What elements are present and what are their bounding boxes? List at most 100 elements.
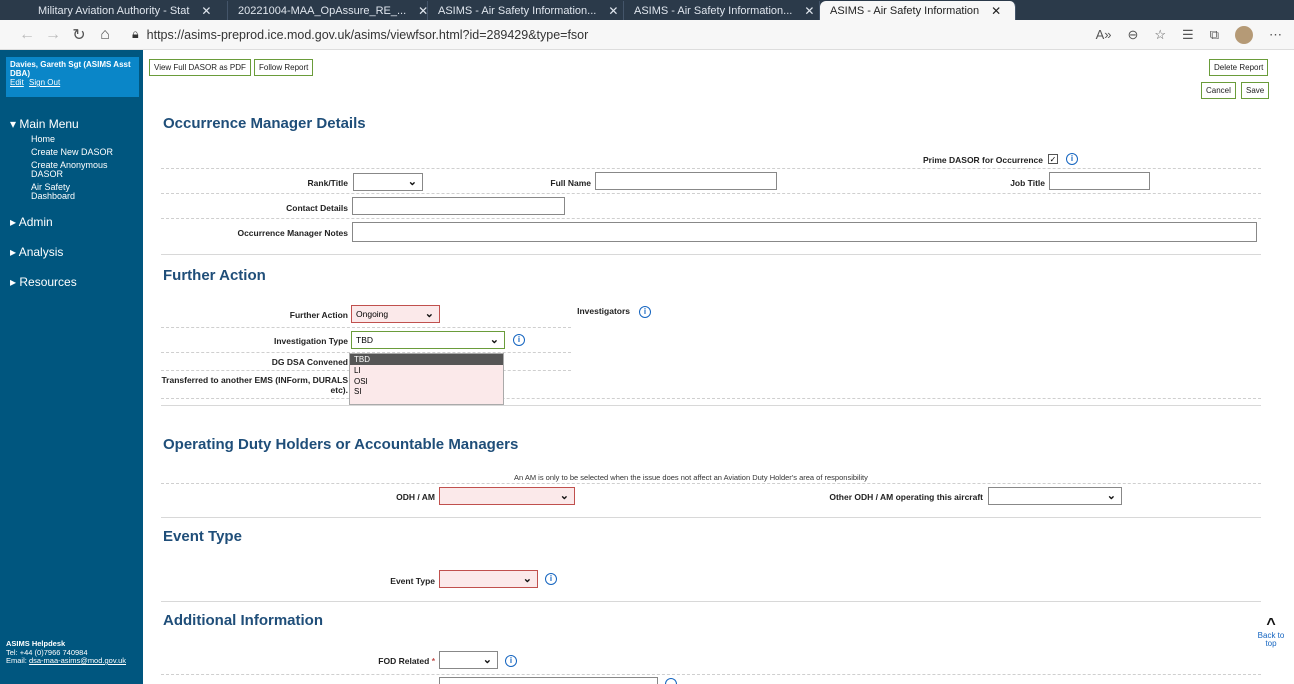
menu-item-dashboard[interactable]: Air Safety Dashboard — [0, 183, 90, 201]
favorite-icon[interactable]: ☆ — [1154, 27, 1166, 43]
read-aloud-icon[interactable]: A» — [1096, 27, 1112, 42]
menu-item-create-dasor[interactable]: Create New DASOR — [0, 148, 143, 157]
user-box: Davies, Gareth Sgt (ASIMS Asst DBA) Edit… — [6, 57, 139, 97]
odh-note: An AM is only to be selected when the is… — [514, 473, 868, 482]
fod-related-label: FOD Related * — [378, 656, 435, 666]
menu-section-analysis[interactable]: ▸ Analysis — [0, 245, 143, 259]
menu-item-create-anonymous[interactable]: Create Anonymous DASOR — [0, 161, 110, 179]
helpdesk-email-link[interactable]: dsa-maa-asims@mod.gov.uk — [29, 656, 126, 665]
section-heading-occurrence-manager: Occurrence Manager Details — [163, 115, 366, 132]
favorites-list-icon[interactable]: ☰ — [1182, 27, 1194, 43]
close-icon[interactable]: ✕ — [991, 4, 1001, 18]
info-icon[interactable]: i — [639, 306, 651, 318]
chevron-down-icon: ⌄ — [489, 334, 499, 346]
browser-tab-bar: Military Aviation Authority - Stat ✕ 2022… — [0, 0, 1294, 20]
section-heading-additional: Additional Information — [163, 612, 323, 629]
section-heading-event-type: Event Type — [163, 528, 242, 545]
cancel-button[interactable]: Cancel — [1201, 82, 1236, 99]
dropdown-option[interactable]: SI — [350, 387, 503, 397]
browser-tab-active[interactable]: ASIMS - Air Safety Information ✕ — [820, 1, 1016, 20]
job-title-input[interactable] — [1049, 172, 1150, 190]
prime-dasor-label: Prime DASOR for Occurrence — [923, 155, 1043, 165]
main-content: View Full DASOR as PDF Follow Report Del… — [143, 50, 1294, 684]
contact-details-input[interactable] — [352, 197, 565, 215]
dropdown-option[interactable]: LI — [350, 365, 503, 376]
investigation-type-select[interactable]: TBD ⌄ — [351, 331, 505, 349]
further-action-select[interactable]: Ongoing ⌄ — [351, 305, 440, 323]
chevron-down-icon: ⌄ — [1106, 490, 1116, 502]
forward-icon[interactable]: → — [40, 26, 66, 44]
menu-section-resources[interactable]: ▸ Resources — [0, 275, 143, 289]
refresh-icon[interactable]: ↻ — [66, 25, 92, 45]
chevron-down-icon: ⌄ — [424, 308, 434, 320]
browser-tab[interactable]: ASIMS - Air Safety Information... ✕ — [428, 1, 624, 20]
other-odh-select[interactable]: ⌄ — [988, 487, 1122, 505]
zoom-icon[interactable]: ⊖ — [1127, 27, 1138, 43]
job-title-label: Job Title — [1010, 178, 1045, 188]
dg-dsa-label: DG DSA Convened — [271, 357, 348, 367]
info-icon[interactable] — [665, 678, 677, 684]
notes-label: Occurrence Manager Notes — [237, 228, 348, 238]
browser-tab[interactable]: 20221004-MAA_OpAssure_RE_... ✕ — [228, 1, 428, 20]
url-field[interactable]: 🔒︎ https://asims-preprod.ice.mod.gov.uk/… — [132, 27, 1096, 42]
close-icon[interactable]: ✕ — [201, 4, 211, 18]
full-name-input[interactable] — [595, 172, 777, 190]
delete-report-button[interactable]: Delete Report — [1209, 59, 1269, 76]
avatar[interactable] — [1235, 25, 1253, 44]
chevron-down-icon: ⌄ — [482, 654, 492, 666]
odh-am-select[interactable]: ⌄ — [439, 487, 575, 505]
investigators-label: Investigators — [577, 306, 630, 316]
lock-icon: 🔒︎ — [132, 27, 139, 41]
edit-link[interactable]: Edit — [10, 78, 24, 87]
browser-tab[interactable]: ASIMS - Air Safety Information... ✕ — [624, 1, 820, 20]
prime-dasor-checkbox[interactable]: ✓ — [1048, 154, 1058, 164]
contact-details-label: Contact Details — [286, 203, 348, 213]
transferred-label: Transferred to another EMS (INForm, DURA… — [161, 375, 348, 395]
investigation-type-dropdown: TBD LI OSI SI — [349, 353, 504, 405]
info-icon[interactable]: i — [505, 655, 517, 667]
investigation-type-label: Investigation Type — [274, 336, 348, 346]
browser-tab[interactable]: Military Aviation Authority - Stat ✕ — [28, 1, 228, 20]
follow-report-button[interactable]: Follow Report — [254, 59, 314, 76]
back-to-top-link[interactable]: ^ Back to top — [1254, 616, 1288, 648]
close-icon[interactable]: ✕ — [608, 4, 618, 18]
menu-section-main[interactable]: ▾ Main Menu — [0, 117, 143, 131]
notes-input[interactable] — [352, 222, 1257, 242]
sidebar: Davies, Gareth Sgt (ASIMS Asst DBA) Edit… — [0, 50, 143, 684]
chevron-down-icon: ⌄ — [522, 573, 532, 585]
home-icon[interactable]: ⌂ — [92, 26, 118, 44]
section-heading-further-action: Further Action — [163, 267, 266, 284]
dropdown-option[interactable]: TBD — [350, 354, 503, 365]
dropdown-option[interactable]: OSI — [350, 376, 503, 387]
further-action-label: Further Action — [289, 310, 348, 320]
main-nav: ▾ Main Menu Home Create New DASOR Create… — [0, 117, 143, 289]
info-icon[interactable]: i — [545, 573, 557, 585]
close-icon[interactable]: ✕ — [418, 4, 427, 18]
chevron-up-icon: ^ — [1266, 616, 1276, 633]
section-heading-odh: Operating Duty Holders or Accountable Ma… — [163, 436, 519, 453]
next-field-input[interactable] — [439, 677, 658, 684]
info-icon[interactable]: i — [513, 334, 525, 346]
full-name-label: Full Name — [550, 178, 591, 188]
menu-item-home[interactable]: Home — [0, 135, 143, 144]
menu-section-admin[interactable]: ▸ Admin — [0, 215, 143, 229]
helpdesk: ASIMS Helpdesk Tel: +44 (0)7966 740984 E… — [6, 639, 127, 665]
event-type-select[interactable]: ⌄ — [439, 570, 538, 588]
user-name: Davies, Gareth Sgt (ASIMS Asst DBA) — [10, 60, 131, 78]
more-icon[interactable]: ⋯ — [1269, 27, 1282, 43]
rank-select[interactable]: ⌄ — [353, 173, 423, 191]
chevron-down-icon: ⌄ — [407, 176, 417, 188]
odh-am-label: ODH / AM — [396, 492, 435, 502]
rank-label: Rank/Title — [307, 178, 348, 188]
other-odh-label: Other ODH / AM operating this aircraft — [829, 492, 983, 502]
view-pdf-button[interactable]: View Full DASOR as PDF — [149, 59, 251, 76]
event-type-label: Event Type — [390, 576, 435, 586]
close-icon[interactable]: ✕ — [804, 4, 814, 18]
sign-out-link[interactable]: Sign Out — [29, 78, 60, 87]
chevron-down-icon: ⌄ — [559, 490, 569, 502]
save-button[interactable]: Save — [1241, 82, 1270, 99]
back-icon[interactable]: ← — [14, 26, 40, 44]
info-icon[interactable]: i — [1066, 153, 1078, 165]
collections-icon[interactable]: ⧉ — [1210, 27, 1219, 43]
fod-related-select[interactable]: ⌄ — [439, 651, 498, 669]
